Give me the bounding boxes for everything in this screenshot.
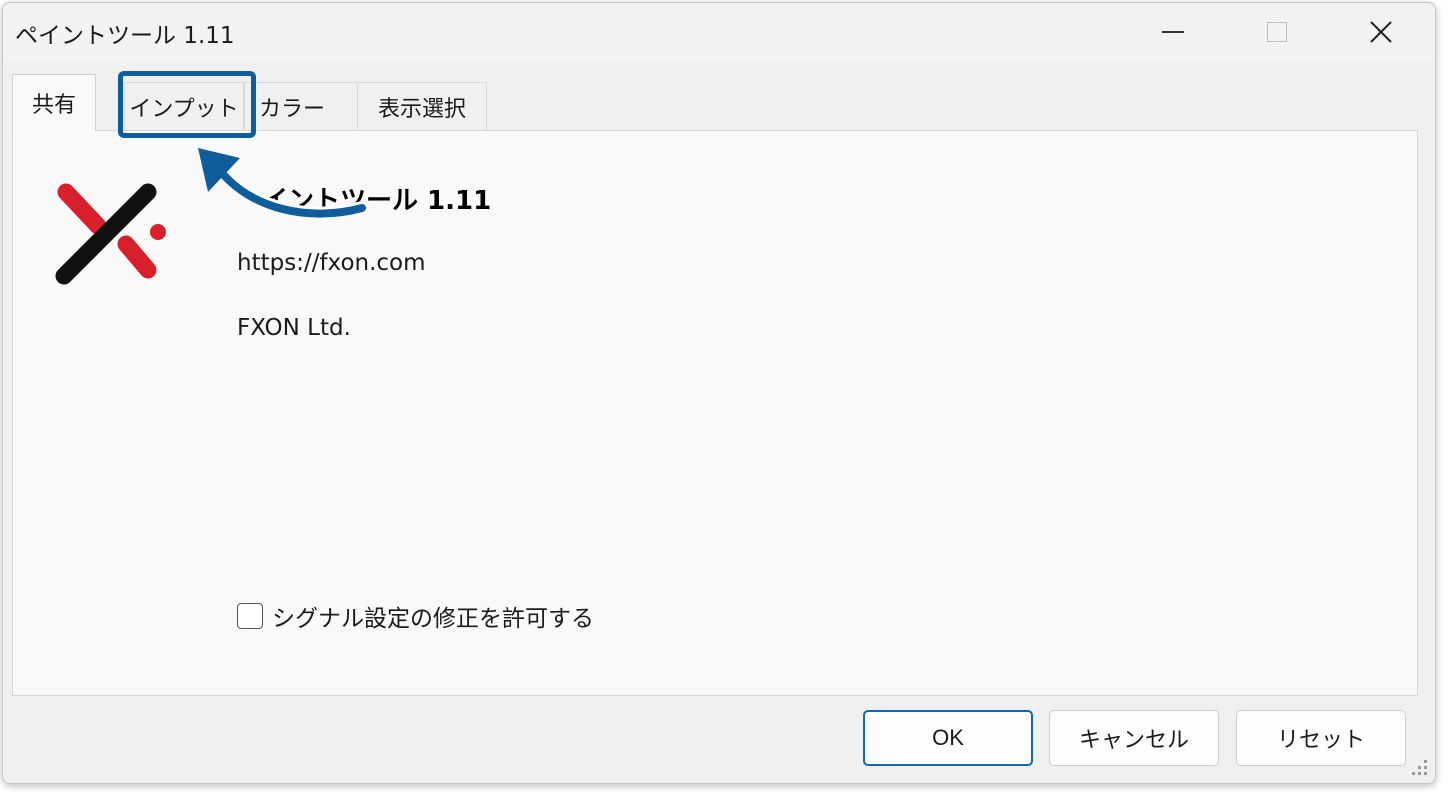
allow-signal-edit-label[interactable]: シグナル設定の修正を許可する: [272, 599, 594, 633]
tab-display-selection[interactable]: 表示選択: [357, 82, 487, 130]
pointer-arrow-icon: [198, 148, 369, 221]
ok-button[interactable]: OK: [863, 710, 1033, 766]
resize-grip-icon[interactable]: [1408, 756, 1430, 778]
tab-common[interactable]: 共有: [12, 74, 96, 131]
title-bar: ペイントツール 1.11: [3, 3, 1435, 61]
website-url[interactable]: https://fxon.com: [237, 250, 426, 276]
minimize-button[interactable]: [1121, 3, 1225, 61]
close-button[interactable]: [1329, 3, 1433, 61]
minimize-icon: [1162, 31, 1184, 33]
tab-highlight-annotation: [118, 71, 256, 138]
close-icon: [1370, 21, 1392, 43]
company-name: FXON Ltd.: [237, 315, 351, 341]
window-title: ペイントツール 1.11: [15, 23, 235, 49]
allow-signal-edit-option[interactable]: シグナル設定の修正を許可する: [237, 599, 594, 633]
reset-button[interactable]: リセット: [1236, 710, 1406, 766]
fxon-logo: [55, 183, 166, 285]
cancel-button[interactable]: キャンセル: [1049, 710, 1219, 766]
maximize-icon: [1267, 22, 1287, 42]
tab-color[interactable]: カラー: [244, 82, 358, 130]
maximize-button[interactable]: [1225, 3, 1329, 61]
allow-signal-edit-checkbox[interactable]: [237, 603, 263, 629]
